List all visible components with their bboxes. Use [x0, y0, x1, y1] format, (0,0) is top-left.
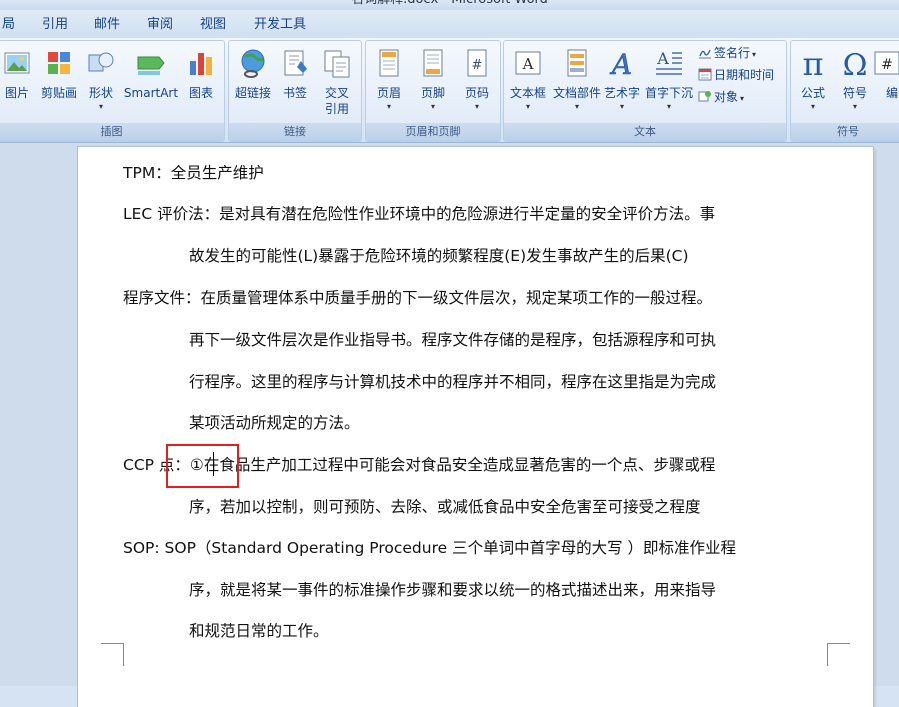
pi-glyph: π [802, 47, 823, 79]
pi-icon: π [802, 47, 823, 79]
tab-page-layout[interactable]: 局 [2, 16, 15, 34]
tab-mailings[interactable]: 邮件 [94, 16, 120, 34]
header-icon [379, 49, 399, 77]
numbering-icon: # [874, 51, 899, 75]
date-time-button[interactable]: 日期和时间 [698, 66, 774, 84]
text-line[interactable]: 和规范日常的工作。 [189, 620, 329, 642]
group-label-links: 链接 [229, 123, 361, 141]
title-bar: 名词解释.docx - Microsoft Word [0, 0, 899, 10]
smartart-icon [137, 56, 165, 75]
tab-review[interactable]: 审阅 [147, 16, 173, 34]
tab-view[interactable]: 视图 [200, 16, 226, 34]
group-header-footer: 页眉 ▾ 页脚 ▾ # 页码 ▾ 页眉和页脚 [365, 40, 501, 142]
text-line[interactable]: 某项活动所规定的方法。 [189, 412, 360, 434]
group-label-text: 文本 [504, 123, 786, 141]
window-title: 名词解释.docx - Microsoft Word [0, 0, 899, 9]
text-line[interactable]: 故发生的可能性(L)暴露于危险环境的频繁程度(E)发生事故产生的后果(C) [189, 245, 689, 267]
highlight-annotation-box [166, 444, 239, 488]
crop-mark-bottom-right [827, 643, 850, 666]
crop-mark-bottom-left [101, 643, 124, 666]
text-line[interactable]: 序，若加以控制，则可预防、去除、或减低食品中安全危害至可接受之程度 [189, 496, 701, 518]
clipart-icon [48, 52, 70, 74]
ribbon-tab-strip: 局 引用 邮件 审阅 视图 开发工具 [0, 10, 899, 38]
chart-icon [190, 53, 212, 75]
drop-cap-glyph: A [656, 49, 669, 68]
page-number-icon: # [467, 49, 487, 77]
group-label-symbols: 符号 [791, 123, 899, 141]
shapes-icon [88, 52, 114, 72]
text-line[interactable]: LEC 评价法：是对具有潜在危险性作业环境中的危险源进行半定量的安全评价方法。事 [123, 203, 715, 225]
group-label-header-footer: 页眉和页脚 [366, 123, 500, 141]
drop-cap-icon: A [656, 49, 682, 75]
omega-glyph: Ω [843, 48, 868, 79]
signature-icon [699, 49, 711, 59]
object-icon [698, 91, 711, 102]
text-line[interactable]: TPM：全员生产维护 [123, 162, 264, 184]
signature-line-button[interactable]: 签名行 ▾ [698, 44, 756, 62]
page-number-glyph: # [472, 58, 483, 73]
calendar-icon [698, 68, 712, 81]
numbering-glyph: # [881, 57, 893, 73]
quick-parts-icon [567, 49, 587, 77]
textbox-glyph: A [522, 55, 534, 73]
text-line[interactable]: 再下一级文件层次是作业指导书。程序文件存储的是程序，包括源程序和可执 [189, 329, 716, 351]
wordart-glyph: A [609, 48, 632, 79]
footer-icon [423, 49, 443, 77]
omega-icon: Ω [843, 48, 868, 79]
globe-link-icon [241, 49, 265, 78]
group-links: 超链接 书签 交叉 引用 链接 [228, 40, 362, 142]
tab-references[interactable]: 引用 [42, 16, 68, 34]
picture-icon [4, 52, 30, 74]
group-label-illustrations: 插图 [0, 123, 224, 141]
crossref-icon [324, 50, 350, 78]
tab-developer[interactable]: 开发工具 [254, 16, 306, 34]
group-symbols: π 公式 ▾ Ω 符号 ▾ # 编 符号 [790, 40, 899, 142]
object-button[interactable]: 对象 ▾ [698, 88, 744, 106]
text-line[interactable]: 程序文件：在质量管理体系中质量手册的下一级文件层次，规定某项工作的一般过程。 [123, 287, 712, 309]
wordart-icon: A [609, 48, 633, 79]
group-illustrations: 图片 剪贴画 形状 ▾ SmartArt 图表 插图 [0, 40, 225, 142]
text-line[interactable]: 行程序。这里的程序与计算机技术中的程序并不相同，程序在这里指是为完成 [189, 371, 716, 393]
text-line[interactable]: SOP: SOP（Standard Operating Procedure 三个… [123, 537, 736, 559]
ribbon: 图片 剪贴画 形状 ▾ SmartArt 图表 插图 超链接 书签 交叉 引用 … [0, 38, 899, 143]
textbox-icon: A [515, 51, 541, 75]
bookmark-icon [284, 50, 307, 76]
text-line[interactable]: 序，就是将某一事件的标准操作步骤和要求以统一的格式描述出来，用来指导 [189, 579, 716, 601]
